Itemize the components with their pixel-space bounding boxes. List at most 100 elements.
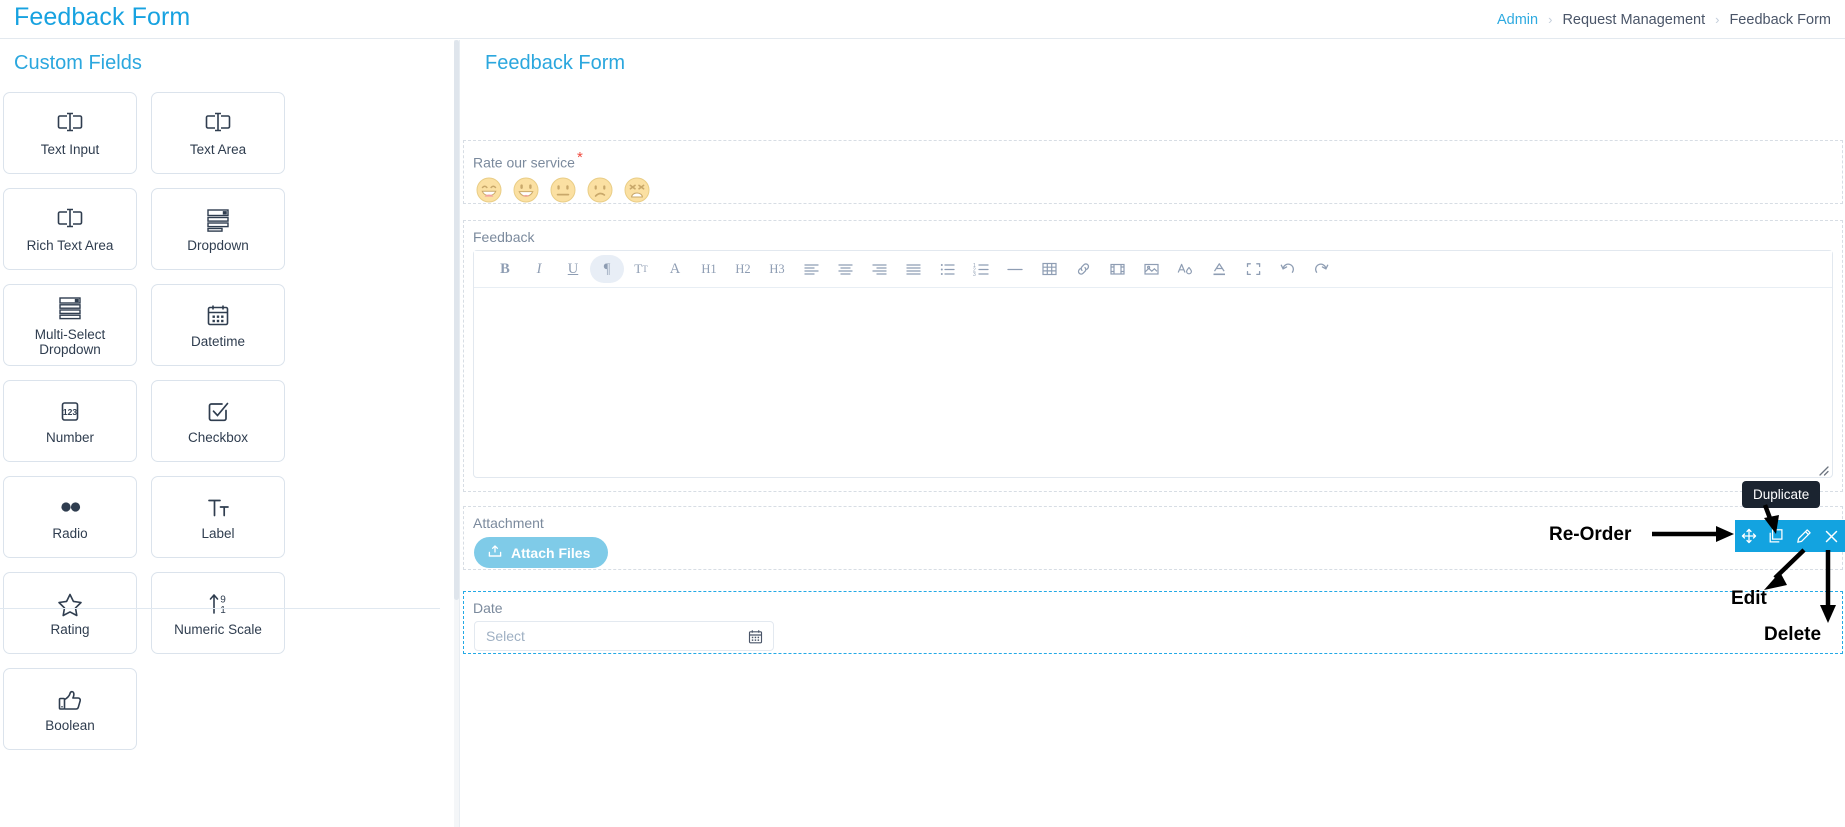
breadcrumb-item-feedback-form: Feedback Form [1729, 11, 1831, 28]
rating-star-icon [55, 589, 85, 619]
svg-text:9: 9 [220, 595, 226, 606]
field-card-label[interactable]: Label [151, 476, 285, 558]
annotation-delete: Delete [1764, 624, 1822, 645]
text-area-icon [203, 109, 233, 139]
bold-icon[interactable]: B [488, 255, 522, 283]
video-icon[interactable] [1100, 255, 1134, 283]
multi-select-dropdown-icon [55, 294, 85, 324]
field-card-text-input[interactable]: Text Input [3, 92, 137, 174]
rating-field-label: Rate our service * [473, 149, 583, 171]
field-card-label: Rating [50, 622, 90, 637]
font-size-icon[interactable]: TT [624, 255, 658, 283]
field-card-number[interactable]: 123 Number [3, 380, 137, 462]
field-card-rich-text-area[interactable]: Rich Text Area [3, 188, 137, 270]
radio-icon [55, 493, 85, 523]
numeric-scale-icon: 9 1 [203, 589, 233, 619]
emoji-very-sad[interactable] [624, 177, 650, 203]
date-input[interactable]: Select [474, 621, 774, 651]
heading-2-icon[interactable]: H2 [726, 255, 760, 283]
attach-files-button-label: Attach Files [511, 544, 591, 561]
dropdown-icon [203, 205, 233, 235]
align-justify-icon[interactable] [896, 255, 930, 283]
heading-3-icon[interactable]: H3 [760, 255, 794, 283]
feedback-field-label: Feedback [473, 229, 535, 245]
rich-text-editor[interactable]: B I U ¶ TT A H1 H2 H3 1 2 3 [473, 250, 1833, 478]
form-field-attachment[interactable]: Attachment Attach Files [463, 506, 1843, 570]
boolean-thumbs-up-icon [55, 685, 85, 715]
fullscreen-icon[interactable] [1236, 255, 1270, 283]
align-center-icon[interactable] [828, 255, 862, 283]
field-card-label: Checkbox [187, 430, 249, 445]
field-card-numeric-scale[interactable]: 9 1 Numeric Scale [151, 572, 285, 654]
bullet-list-icon[interactable] [930, 255, 964, 283]
calendar-icon[interactable] [748, 629, 763, 649]
form-field-rating[interactable]: Rate our service * [463, 140, 1843, 204]
font-family-icon[interactable]: A [658, 255, 692, 283]
table-icon[interactable] [1032, 255, 1066, 283]
field-card-label: Number [45, 430, 94, 445]
field-card-label: Rich Text Area [26, 238, 114, 253]
date-field-label: Date [473, 600, 503, 616]
resize-handle-icon[interactable] [1817, 463, 1829, 476]
edit-button[interactable] [1793, 525, 1815, 547]
field-card-multi-select-dropdown[interactable]: Multi-Select Dropdown [3, 284, 137, 366]
align-right-icon[interactable] [862, 255, 896, 283]
rich-text-toolbar: B I U ¶ TT A H1 H2 H3 1 2 3 [474, 251, 1832, 288]
paragraph-icon[interactable]: ¶ [590, 255, 624, 283]
breadcrumb-item-request-management[interactable]: Request Management [1554, 12, 1713, 28]
delete-button[interactable] [1820, 525, 1842, 547]
emoji-happy[interactable] [513, 177, 539, 203]
heading-1-icon[interactable]: H1 [692, 255, 726, 283]
rating-emoji-row [464, 171, 1842, 203]
undo-icon[interactable] [1270, 255, 1304, 283]
numbered-list-icon[interactable]: 1 2 3 [964, 255, 998, 283]
link-icon[interactable] [1066, 255, 1100, 283]
form-field-feedback[interactable]: Feedback B I U ¶ TT A H1 H2 H3 1 2 3 [463, 220, 1843, 492]
form-field-date[interactable]: Date Select [463, 591, 1843, 654]
date-input-placeholder: Select [486, 628, 525, 644]
field-card-text-area[interactable]: Text Area [151, 92, 285, 174]
highlight-color-icon[interactable] [1202, 255, 1236, 283]
field-card-rating[interactable]: Rating [3, 572, 137, 654]
annotation-reorder: Re-Order [1549, 524, 1632, 545]
horizontal-rule-icon[interactable] [998, 255, 1032, 283]
emoji-very-happy[interactable] [476, 177, 502, 203]
underline-icon[interactable]: U [556, 255, 590, 283]
align-left-icon[interactable] [794, 255, 828, 283]
field-card-label: Radio [52, 526, 88, 541]
field-card-label: Text Input [40, 142, 100, 157]
field-card-label: Boolean [45, 718, 95, 733]
field-card-datetime[interactable]: Datetime [151, 284, 285, 366]
required-asterisk: * [576, 149, 583, 166]
chevron-right-icon: › [1715, 12, 1720, 27]
field-card-checkbox[interactable]: Checkbox [151, 380, 285, 462]
field-card-label: Numeric Scale [174, 622, 262, 637]
duplicate-button[interactable] [1765, 525, 1787, 547]
field-card-dropdown[interactable]: Dropdown [151, 188, 285, 270]
sidebar-scrollbar-track[interactable] [454, 40, 459, 827]
field-card-boolean[interactable]: Boolean [3, 668, 137, 750]
rich-text-body[interactable] [474, 288, 1832, 478]
custom-fields-title: Custom Fields [14, 52, 142, 74]
field-card-label: Text Area [189, 142, 247, 157]
svg-text:3: 3 [973, 272, 976, 276]
text-color-icon[interactable] [1168, 255, 1202, 283]
rich-text-area-icon [55, 205, 85, 235]
field-card-radio[interactable]: Radio [3, 476, 137, 558]
redo-icon[interactable] [1304, 255, 1338, 283]
image-icon[interactable] [1134, 255, 1168, 283]
field-card-label: Datetime [190, 334, 246, 349]
emoji-sad[interactable] [587, 177, 613, 203]
reorder-button[interactable] [1738, 525, 1760, 547]
custom-fields-grid: Text Input Text Area Rich Text Area Drop… [3, 92, 433, 764]
breadcrumb: Admin › Request Management › Feedback Fo… [1489, 0, 1839, 39]
attach-files-button[interactable]: Attach Files [474, 537, 609, 568]
duplicate-tooltip: Duplicate [1742, 481, 1821, 508]
italic-icon[interactable]: I [522, 255, 556, 283]
emoji-neutral[interactable] [550, 177, 576, 203]
breadcrumb-item-admin[interactable]: Admin [1489, 12, 1546, 28]
annotation-edit: Edit [1731, 588, 1767, 609]
field-card-label: Multi-Select Dropdown [34, 326, 106, 357]
form-title: Feedback Form [485, 52, 626, 74]
sidebar-scrollbar-thumb[interactable] [454, 40, 459, 600]
